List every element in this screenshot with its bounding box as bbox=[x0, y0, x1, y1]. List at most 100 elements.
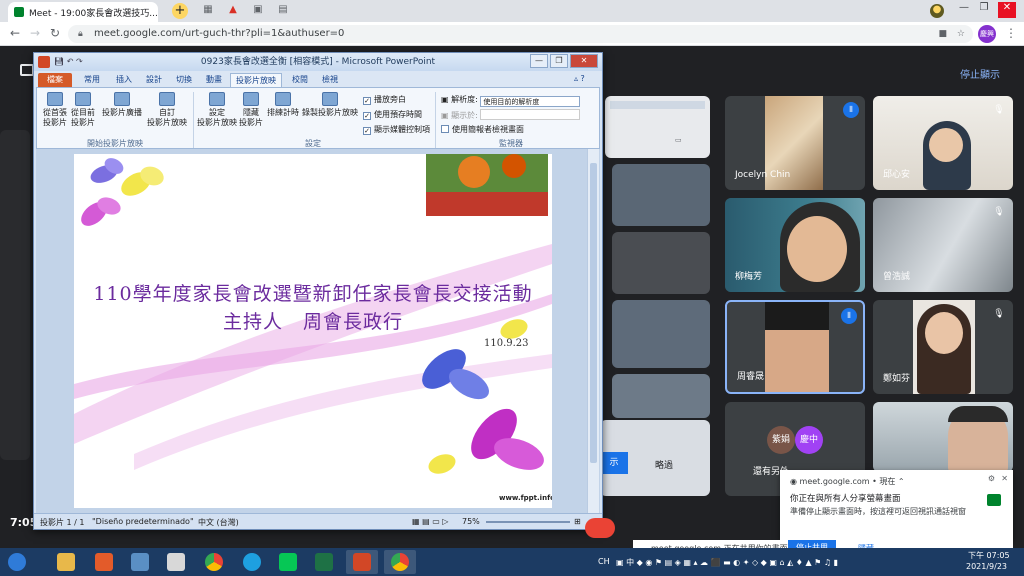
monitor-icon: ▣ bbox=[441, 111, 452, 120]
preview-show-label[interactable]: 示 bbox=[600, 452, 628, 474]
ribbon: 從首張 投影片 從目前 投影片 投影片廣播 自訂 投影片放映 開始投影片放映 設… bbox=[36, 87, 600, 149]
butterfly-icon bbox=[428, 454, 456, 474]
custom-show-icon bbox=[159, 92, 175, 106]
meet-favicon-icon bbox=[14, 7, 24, 17]
participant-tile bbox=[612, 374, 710, 418]
extension-icon[interactable]: ● bbox=[930, 4, 944, 18]
participant-name: 周睿晟 bbox=[737, 372, 765, 382]
settings-gear-icon[interactable]: ⚙ bbox=[988, 474, 995, 483]
mic-off-icon: 🎙︎ bbox=[993, 309, 1005, 319]
ime-indicator[interactable]: CH bbox=[598, 557, 610, 566]
profile-avatar[interactable]: 慶興 bbox=[978, 25, 996, 43]
help-icon[interactable]: ▵ ? bbox=[574, 74, 585, 83]
slide-date: 110.9.23 bbox=[484, 338, 529, 349]
play-narration-checkbox[interactable]: ✓ 播放旁白 bbox=[363, 94, 406, 105]
slide-position: 投影片 1 / 1 bbox=[40, 518, 85, 527]
camera-icon[interactable]: ■ bbox=[938, 25, 947, 43]
tab-review[interactable]: 校閱 bbox=[286, 73, 314, 87]
pdf-tab-icon[interactable]: ▲ bbox=[225, 4, 241, 18]
participant-tile: ⦀ 周睿晟 bbox=[725, 300, 865, 394]
menu-icon[interactable]: ⋮ bbox=[1004, 26, 1018, 40]
reload-icon[interactable]: ↻ bbox=[48, 26, 62, 40]
view-buttons-icon[interactable]: ▦ ▤ ▭ ▷ bbox=[412, 517, 448, 526]
maximize-icon[interactable]: ❐ bbox=[550, 54, 568, 68]
windows-logo-icon bbox=[8, 553, 26, 571]
tab-slideshow[interactable]: 投影片放映 bbox=[230, 73, 282, 87]
tab-favicon-icon[interactable]: ▦ bbox=[200, 4, 216, 18]
tab-favicon-icon[interactable]: ▣ bbox=[250, 4, 266, 18]
close-window-icon[interactable]: ✕ bbox=[570, 54, 598, 68]
close-window-icon[interactable]: ✕ bbox=[998, 2, 1016, 18]
tray-icons[interactable]: ▣ 中 ◆ ◉ ⚑ ▤ ◈ ▦ ▴ ☁ ⬛ ▬ ◐ ✦ ◇ ◆ ▣ ⌂ ◭ ♦ … bbox=[616, 557, 838, 568]
zoom-slider[interactable] bbox=[486, 521, 570, 523]
chrome-icon: ◉ bbox=[790, 477, 800, 486]
tab-favicon-icon[interactable]: ▤ bbox=[275, 4, 291, 18]
ribbon-tabs: 檔案 常用 插入 設計 切換 動畫 投影片放映 校閱 檢視 ▵ ? bbox=[34, 71, 602, 87]
line-icon bbox=[279, 553, 297, 571]
address-row: ← → ↻ 🔒︎ meet.google.com/urt-guch-thr?pl… bbox=[0, 22, 1024, 46]
clock-date[interactable]: 2021/9/23 bbox=[966, 562, 1007, 571]
minimize-icon[interactable]: — bbox=[955, 2, 973, 18]
setup-icon bbox=[209, 92, 225, 106]
taskbar-chrome[interactable] bbox=[198, 550, 230, 574]
stop-presenting-button[interactable]: 停止顯示 bbox=[960, 66, 1000, 81]
participant-name: Jocelyn Chin bbox=[735, 170, 791, 180]
custom-show-button[interactable]: 自訂 投影片放映 bbox=[143, 92, 191, 128]
browser-tab-meet[interactable]: Meet - 19:00家長會改選技巧... ✕ bbox=[8, 2, 158, 22]
back-icon[interactable]: ← bbox=[8, 26, 22, 40]
media-controls-checkbox[interactable]: ✓ 顯示媒體控制項 bbox=[363, 124, 430, 135]
setup-show-button[interactable]: 設定 投影片放映 bbox=[197, 92, 237, 128]
use-timings-checkbox[interactable]: ✓ 使用預存時間 bbox=[363, 109, 422, 120]
quick-access-icon[interactable]: 💾︎ ↶ ↷ bbox=[54, 53, 83, 71]
show-on-select[interactable]: ▣ 顯示於: bbox=[441, 109, 581, 121]
taskbar-line[interactable] bbox=[272, 550, 304, 574]
vertical-scrollbar[interactable] bbox=[587, 149, 599, 513]
forward-icon[interactable]: → bbox=[28, 26, 42, 40]
close-icon[interactable]: ✕ bbox=[1001, 474, 1008, 483]
preview-skip-label[interactable]: 略過 bbox=[655, 458, 673, 471]
taskbar-ie[interactable] bbox=[236, 550, 268, 574]
chrome-notification[interactable]: ◉ meet.google.com • 現在 ⌃ ⚙ ✕ 你正在與所有人分享螢幕… bbox=[780, 470, 1013, 540]
taskbar-app[interactable] bbox=[124, 550, 156, 574]
group-label: 監視器 bbox=[499, 139, 523, 148]
taskbar-calculator[interactable] bbox=[160, 550, 192, 574]
rehearse-button[interactable]: 排練計時 bbox=[267, 92, 299, 118]
tab-view[interactable]: 檢視 bbox=[316, 73, 344, 87]
broadcast-button[interactable]: 投影片廣播 bbox=[99, 92, 145, 118]
from-current-button[interactable]: 從目前 投影片 bbox=[69, 92, 97, 128]
maximize-icon[interactable]: ❐ bbox=[975, 2, 993, 18]
end-call-button[interactable] bbox=[585, 518, 615, 538]
notification-body: 準備停止顯示畫面時，按這裡可返回視訊通話視窗 bbox=[790, 507, 966, 516]
slide-canvas[interactable]: 110學年度家長會改選暨新卸任家長會長交接活動 主持人 周會長政行 110.9.… bbox=[74, 154, 552, 508]
participant-name: 曾浩誠 bbox=[883, 272, 911, 282]
star-icon[interactable]: ☆ bbox=[957, 25, 965, 43]
internet-explorer-icon bbox=[243, 553, 261, 571]
clock-time[interactable]: 下午 07:05 bbox=[968, 550, 1010, 561]
tab-insert[interactable]: 插入 bbox=[110, 73, 138, 87]
address-bar[interactable]: 🔒︎ meet.google.com/urt-guch-thr?pli=1&au… bbox=[68, 25, 973, 43]
hide-slide-button[interactable]: 隱藏 投影片 bbox=[237, 92, 265, 128]
slideshow-icon bbox=[75, 92, 91, 106]
tab-file[interactable]: 檔案 bbox=[38, 73, 72, 87]
powerpoint-window: 💾︎ ↶ ↷ 0923家長會改選全衡 [相容模式] - Microsoft Po… bbox=[33, 52, 603, 530]
record-show-button[interactable]: 錄製投影片放映 bbox=[301, 92, 359, 118]
rehearse-icon bbox=[275, 92, 291, 106]
minimize-icon[interactable]: — bbox=[530, 54, 548, 68]
taskbar-chrome-active[interactable] bbox=[384, 550, 416, 574]
tab-home[interactable]: 常用 bbox=[78, 73, 106, 87]
from-beginning-button[interactable]: 從首張 投影片 bbox=[41, 92, 69, 128]
tab-transitions[interactable]: 切換 bbox=[170, 73, 198, 87]
start-button[interactable] bbox=[4, 550, 30, 574]
taskbar-excel[interactable] bbox=[308, 550, 340, 574]
tab-design[interactable]: 設計 bbox=[140, 73, 168, 87]
taskbar-explorer[interactable] bbox=[50, 550, 82, 574]
tab-animations[interactable]: 動畫 bbox=[200, 73, 228, 87]
taskbar-media[interactable] bbox=[88, 550, 120, 574]
presenter-view-checkbox[interactable]: 使用簡報者檢視畫面 bbox=[441, 124, 524, 135]
resolution-select[interactable]: ▣ 解析度: 使用目前的解析度 bbox=[441, 94, 581, 107]
fit-window-icon[interactable]: ⊞ bbox=[574, 517, 581, 526]
taskbar-powerpoint[interactable] bbox=[346, 550, 378, 574]
broadcast-icon bbox=[114, 92, 130, 106]
participant-tile bbox=[612, 300, 710, 368]
new-tab-button[interactable]: + bbox=[172, 3, 188, 19]
